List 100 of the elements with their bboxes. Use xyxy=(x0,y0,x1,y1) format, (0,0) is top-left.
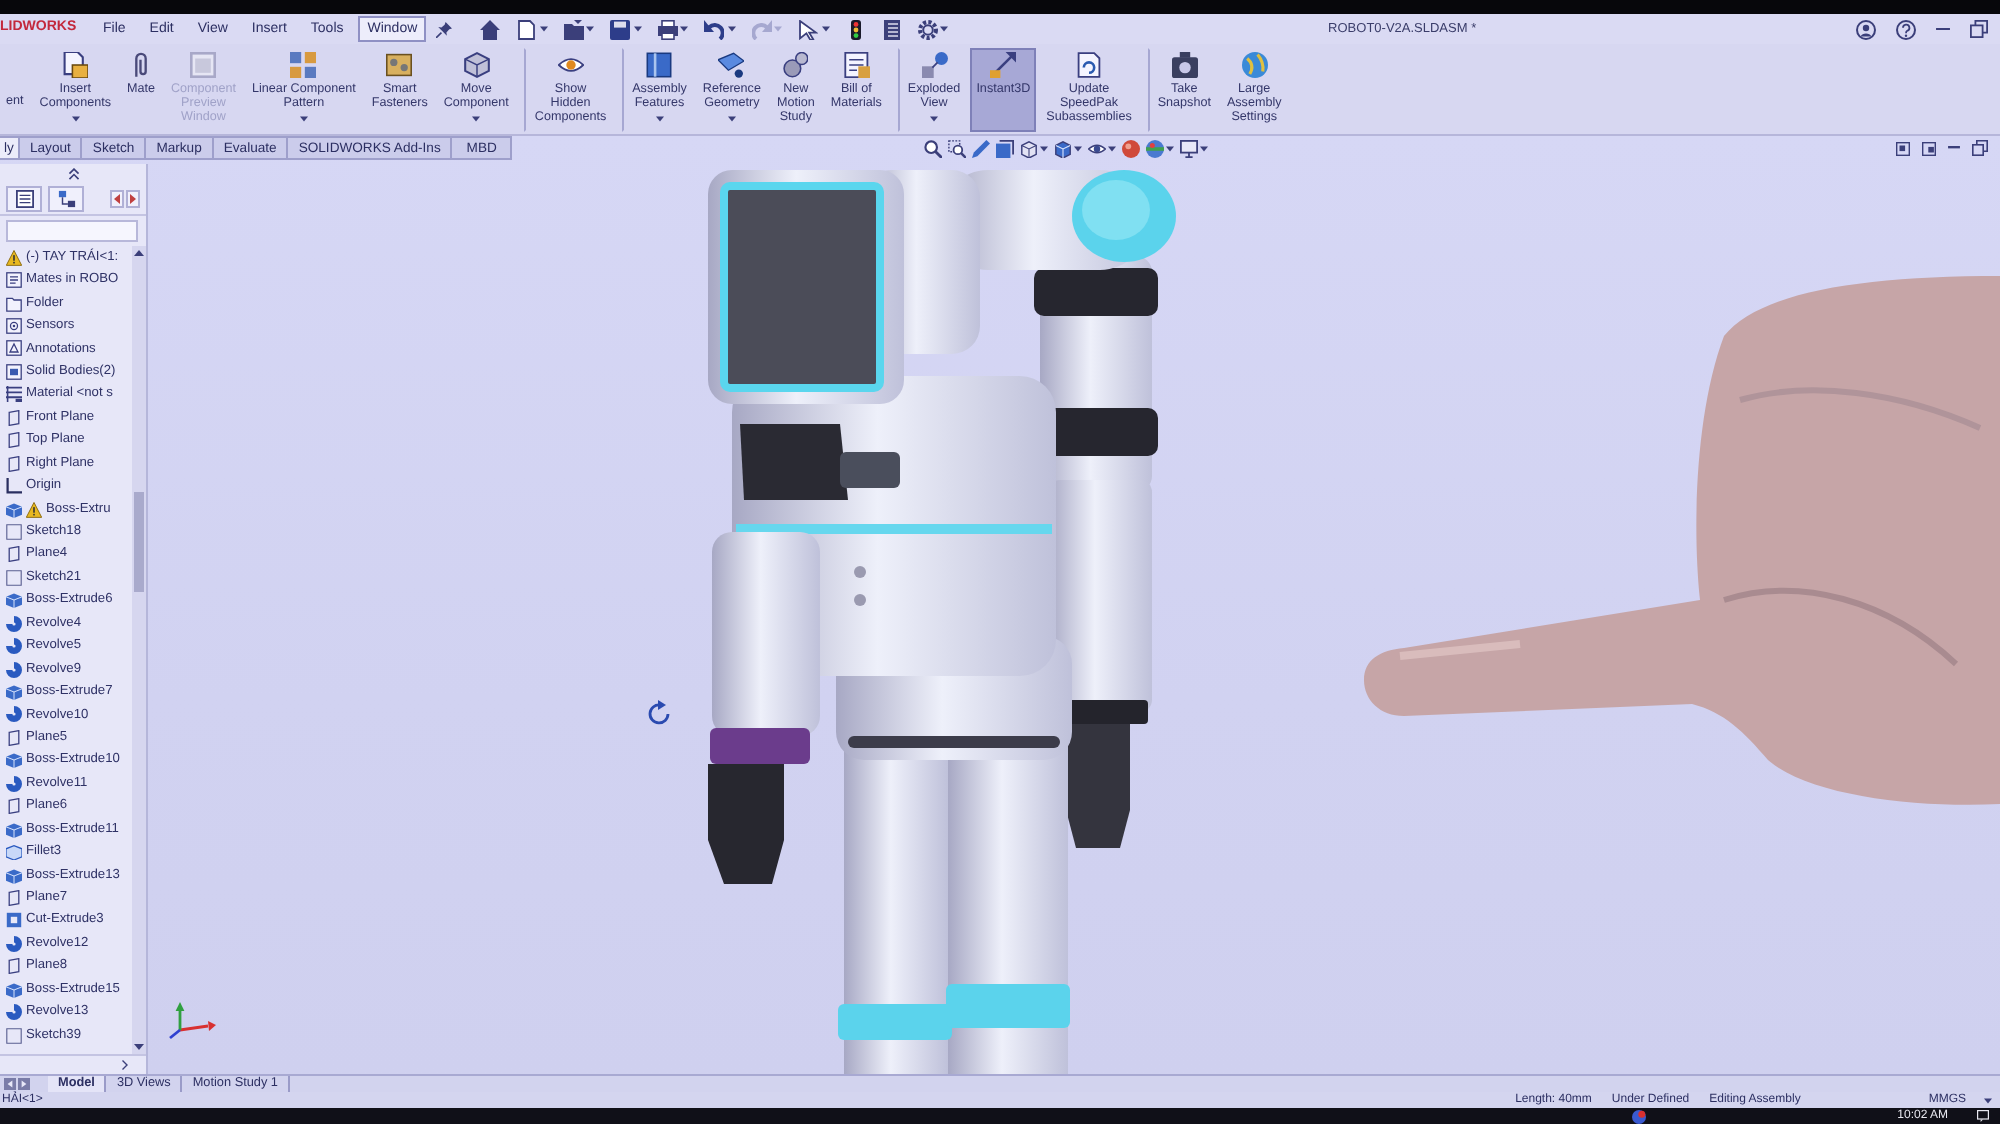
save-icon[interactable] xyxy=(610,19,631,39)
plane-icon xyxy=(6,958,22,975)
extrude-icon xyxy=(6,592,22,609)
settings-icon[interactable] xyxy=(917,19,938,39)
feature-manager-tab[interactable] xyxy=(6,186,42,212)
extrude-icon xyxy=(6,752,22,769)
double-chevron-icon[interactable] xyxy=(67,168,79,180)
layered-squares-icon[interactable] xyxy=(996,139,1015,157)
magnifier-box-icon[interactable] xyxy=(948,139,967,157)
block-icon xyxy=(646,52,673,78)
caret-icon[interactable] xyxy=(539,26,548,32)
fillet-icon xyxy=(6,844,22,861)
scroll-left-button[interactable] xyxy=(110,190,124,208)
sketch-icon xyxy=(6,569,22,586)
caret-icon[interactable] xyxy=(680,26,689,32)
extrude-icon xyxy=(6,867,22,884)
tray-app-icon[interactable] xyxy=(1631,1109,1646,1123)
revolve-icon xyxy=(6,935,22,952)
cube-icon xyxy=(463,52,490,78)
magnifier-icon[interactable] xyxy=(924,139,943,157)
sensor-folder-icon xyxy=(6,318,22,335)
solid-bodies-icon xyxy=(6,363,22,380)
cut-extrude-icon xyxy=(6,912,22,929)
document-box-icon xyxy=(62,52,89,78)
caret-icon[interactable] xyxy=(71,116,80,122)
scene-sphere-icon[interactable] xyxy=(1146,139,1165,157)
caret-icon[interactable] xyxy=(940,26,949,32)
chevron-right-icon[interactable] xyxy=(122,1060,128,1070)
scrollbar-thumb[interactable] xyxy=(134,492,144,592)
sketch-icon xyxy=(6,523,22,540)
scroll-right-button[interactable] xyxy=(126,190,140,208)
annotation-folder-icon xyxy=(6,340,22,357)
property-manager-tab[interactable] xyxy=(48,186,84,212)
caret-icon[interactable] xyxy=(472,116,481,122)
caret-icon[interactable] xyxy=(821,26,830,32)
minimize-icon[interactable] xyxy=(1936,27,1950,31)
warning-icon xyxy=(6,249,22,266)
caret-icon[interactable] xyxy=(930,116,939,122)
caret-icon[interactable] xyxy=(633,26,642,32)
caret-icon[interactable] xyxy=(727,116,736,122)
scrollbar[interactable] xyxy=(132,246,146,1054)
revolve-icon xyxy=(6,775,22,792)
extrude-icon xyxy=(6,501,22,518)
caret-icon[interactable] xyxy=(1108,145,1117,151)
pin-icon[interactable] xyxy=(436,21,453,37)
tab-scroll-right-icon[interactable] xyxy=(18,1078,30,1090)
help-icon[interactable] xyxy=(1896,19,1916,39)
tree-structure-icon xyxy=(57,190,75,208)
filter-field[interactable] xyxy=(6,220,138,242)
fastener-box-icon xyxy=(386,52,413,78)
pointer-icon[interactable] xyxy=(798,19,819,39)
caret-icon[interactable] xyxy=(299,116,308,122)
caret-icon[interactable] xyxy=(727,26,736,32)
extrude-icon xyxy=(6,981,22,998)
traffic-light-icon[interactable] xyxy=(845,19,866,39)
eye-icon xyxy=(557,52,584,78)
caret-icon[interactable] xyxy=(1074,145,1083,151)
extrude-icon xyxy=(6,821,22,838)
caret-icon[interactable] xyxy=(1200,145,1209,151)
scroll-up-icon[interactable] xyxy=(134,250,144,256)
circular-arrow-icon xyxy=(648,700,670,725)
tab-scroll-left-icon[interactable] xyxy=(4,1078,16,1090)
extrude-icon xyxy=(6,684,22,701)
open-folder-icon[interactable] xyxy=(563,19,584,39)
undo-icon[interactable] xyxy=(704,19,725,39)
minimize-icon[interactable] xyxy=(1948,146,1960,150)
restore-icon[interactable] xyxy=(1972,140,1988,156)
caret-icon[interactable] xyxy=(1166,145,1175,151)
caret-icon[interactable] xyxy=(586,26,595,32)
new-document-icon[interactable] xyxy=(516,19,537,39)
plane-icon xyxy=(6,729,22,746)
user-icon[interactable] xyxy=(1856,19,1876,39)
scroll-down-icon[interactable] xyxy=(134,1044,144,1050)
sphere-icon[interactable] xyxy=(1122,139,1141,157)
overlapping-circles-icon xyxy=(782,52,809,78)
exploded-parts-icon xyxy=(921,52,948,78)
caret-icon[interactable] xyxy=(1040,145,1049,151)
arrow-left-icon xyxy=(114,194,120,204)
caret-icon[interactable] xyxy=(1984,1097,1992,1103)
monitor-icon[interactable] xyxy=(1180,139,1199,157)
arrow-right-icon xyxy=(130,194,136,204)
folder-icon xyxy=(6,295,22,312)
list-icon[interactable] xyxy=(881,19,902,39)
message-icon[interactable] xyxy=(1976,1110,1990,1122)
table-sheet-icon xyxy=(843,52,870,78)
printer-icon[interactable] xyxy=(657,19,678,39)
coordinate-triad-icon xyxy=(169,1002,216,1040)
mates-folder-icon xyxy=(6,272,22,289)
restore-icon[interactable] xyxy=(1970,20,1988,38)
shaded-cube-icon[interactable] xyxy=(1054,139,1073,157)
eye-icon[interactable] xyxy=(1088,139,1107,157)
plane-icon xyxy=(6,889,22,906)
home-icon[interactable] xyxy=(480,19,501,39)
plane-icon xyxy=(6,798,22,815)
globe-icon xyxy=(1241,52,1268,78)
revolve-icon xyxy=(6,1004,22,1021)
material-icon xyxy=(6,386,22,403)
window-icon xyxy=(190,52,217,78)
cube-icon[interactable] xyxy=(1020,139,1039,157)
caret-icon[interactable] xyxy=(655,116,664,122)
